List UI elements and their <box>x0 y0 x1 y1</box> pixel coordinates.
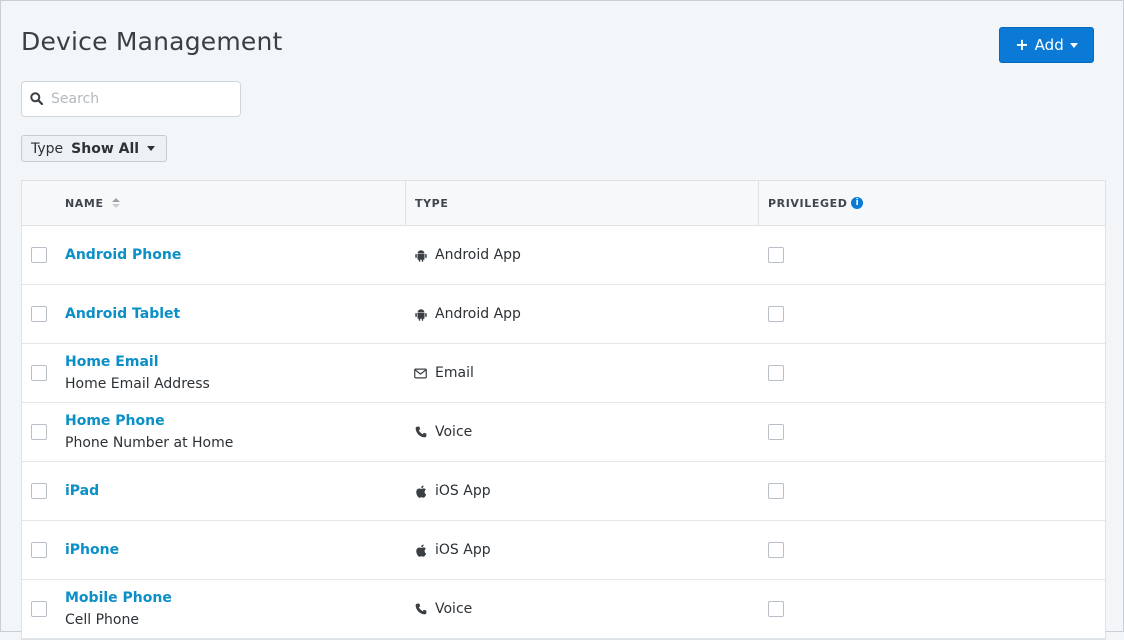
device-subtitle: Cell Phone <box>65 612 139 628</box>
device-name-link[interactable]: iPhone <box>65 539 119 561</box>
type-cell: iOS App <box>414 462 491 520</box>
type-label: Email <box>435 365 474 381</box>
name-cell: iPad <box>65 462 99 520</box>
name-cell: Mobile Phone Cell Phone <box>65 580 172 638</box>
device-name-link[interactable]: Home Email <box>65 351 210 373</box>
add-button-label: Add <box>1034 36 1064 54</box>
privileged-checkbox[interactable] <box>768 424 784 440</box>
search-input[interactable] <box>49 90 233 108</box>
chevron-down-icon <box>1069 42 1078 48</box>
table-row: Android Phone Android App <box>22 226 1105 285</box>
name-cell: Home Email Home Email Address <box>65 344 210 402</box>
chevron-down-icon <box>147 146 156 151</box>
type-label: Voice <box>435 601 473 617</box>
row-select-checkbox[interactable] <box>31 542 47 558</box>
type-cell: Voice <box>414 580 472 638</box>
device-name-link[interactable]: iPad <box>65 480 99 502</box>
phone-icon <box>414 603 427 616</box>
type-label: Android App <box>435 247 521 263</box>
row-select-checkbox[interactable] <box>31 483 47 499</box>
table-row: iPhone iOS App <box>22 521 1105 580</box>
name-cell: Android Phone <box>65 226 181 284</box>
table-row: Home Phone Phone Number at Home Voice <box>22 403 1105 462</box>
type-filter-dropdown[interactable]: Type Show All <box>21 135 167 162</box>
add-button[interactable]: + Add <box>999 27 1094 63</box>
page-title: Device Management <box>21 27 283 56</box>
type-cell: Android App <box>414 226 521 284</box>
device-name-link[interactable]: Home Phone <box>65 410 233 432</box>
row-select-checkbox[interactable] <box>31 601 47 617</box>
table-header: NAME TYPE PRIVILEGED i <box>22 181 1105 226</box>
apple-icon <box>414 544 427 557</box>
type-label: iOS App <box>435 542 491 558</box>
type-label: Voice <box>435 424 473 440</box>
column-header-name[interactable]: NAME <box>65 181 120 225</box>
filter-value: Show All <box>71 140 140 157</box>
device-name-link[interactable]: Android Phone <box>65 244 181 266</box>
plus-icon: + <box>1015 35 1029 54</box>
android-icon <box>414 308 427 321</box>
table-body: Android Phone Android App Android Tablet… <box>22 226 1105 639</box>
table-row: Home Email Home Email Address Email <box>22 344 1105 403</box>
privileged-checkbox[interactable] <box>768 365 784 381</box>
device-name-link[interactable]: Mobile Phone <box>65 587 172 609</box>
table-row: iPad iOS App <box>22 462 1105 521</box>
privileged-checkbox[interactable] <box>768 542 784 558</box>
row-select-checkbox[interactable] <box>31 424 47 440</box>
name-cell: Home Phone Phone Number at Home <box>65 403 233 461</box>
column-header-privileged: PRIVILEGED i <box>758 181 864 225</box>
privileged-checkbox[interactable] <box>768 483 784 499</box>
envelope-icon <box>414 367 427 380</box>
type-label: iOS App <box>435 483 491 499</box>
type-label: Android App <box>435 306 521 322</box>
device-name-link[interactable]: Android Tablet <box>65 303 180 325</box>
search-box <box>21 81 241 117</box>
apple-icon <box>414 485 427 498</box>
type-cell: Android App <box>414 285 521 343</box>
row-select-checkbox[interactable] <box>31 365 47 381</box>
android-icon <box>414 249 427 262</box>
search-icon <box>30 90 44 109</box>
name-cell: iPhone <box>65 521 119 579</box>
device-subtitle: Home Email Address <box>65 376 210 392</box>
devices-table: NAME TYPE PRIVILEGED i Android Phone And… <box>21 180 1106 640</box>
phone-icon <box>414 426 427 439</box>
row-select-checkbox[interactable] <box>31 247 47 263</box>
privileged-checkbox[interactable] <box>768 306 784 322</box>
filter-label: Type <box>31 140 64 157</box>
info-icon[interactable]: i <box>851 197 864 209</box>
device-subtitle: Phone Number at Home <box>65 435 234 451</box>
privileged-checkbox[interactable] <box>768 247 784 263</box>
table-row: Mobile Phone Cell Phone Voice <box>22 580 1105 639</box>
sort-icon <box>111 198 120 208</box>
privileged-checkbox[interactable] <box>768 601 784 617</box>
type-cell: Voice <box>414 403 472 461</box>
name-cell: Android Tablet <box>65 285 180 343</box>
table-row: Android Tablet Android App <box>22 285 1105 344</box>
column-header-type: TYPE <box>405 181 759 225</box>
type-cell: Email <box>414 344 474 402</box>
type-cell: iOS App <box>414 521 491 579</box>
row-select-checkbox[interactable] <box>31 306 47 322</box>
